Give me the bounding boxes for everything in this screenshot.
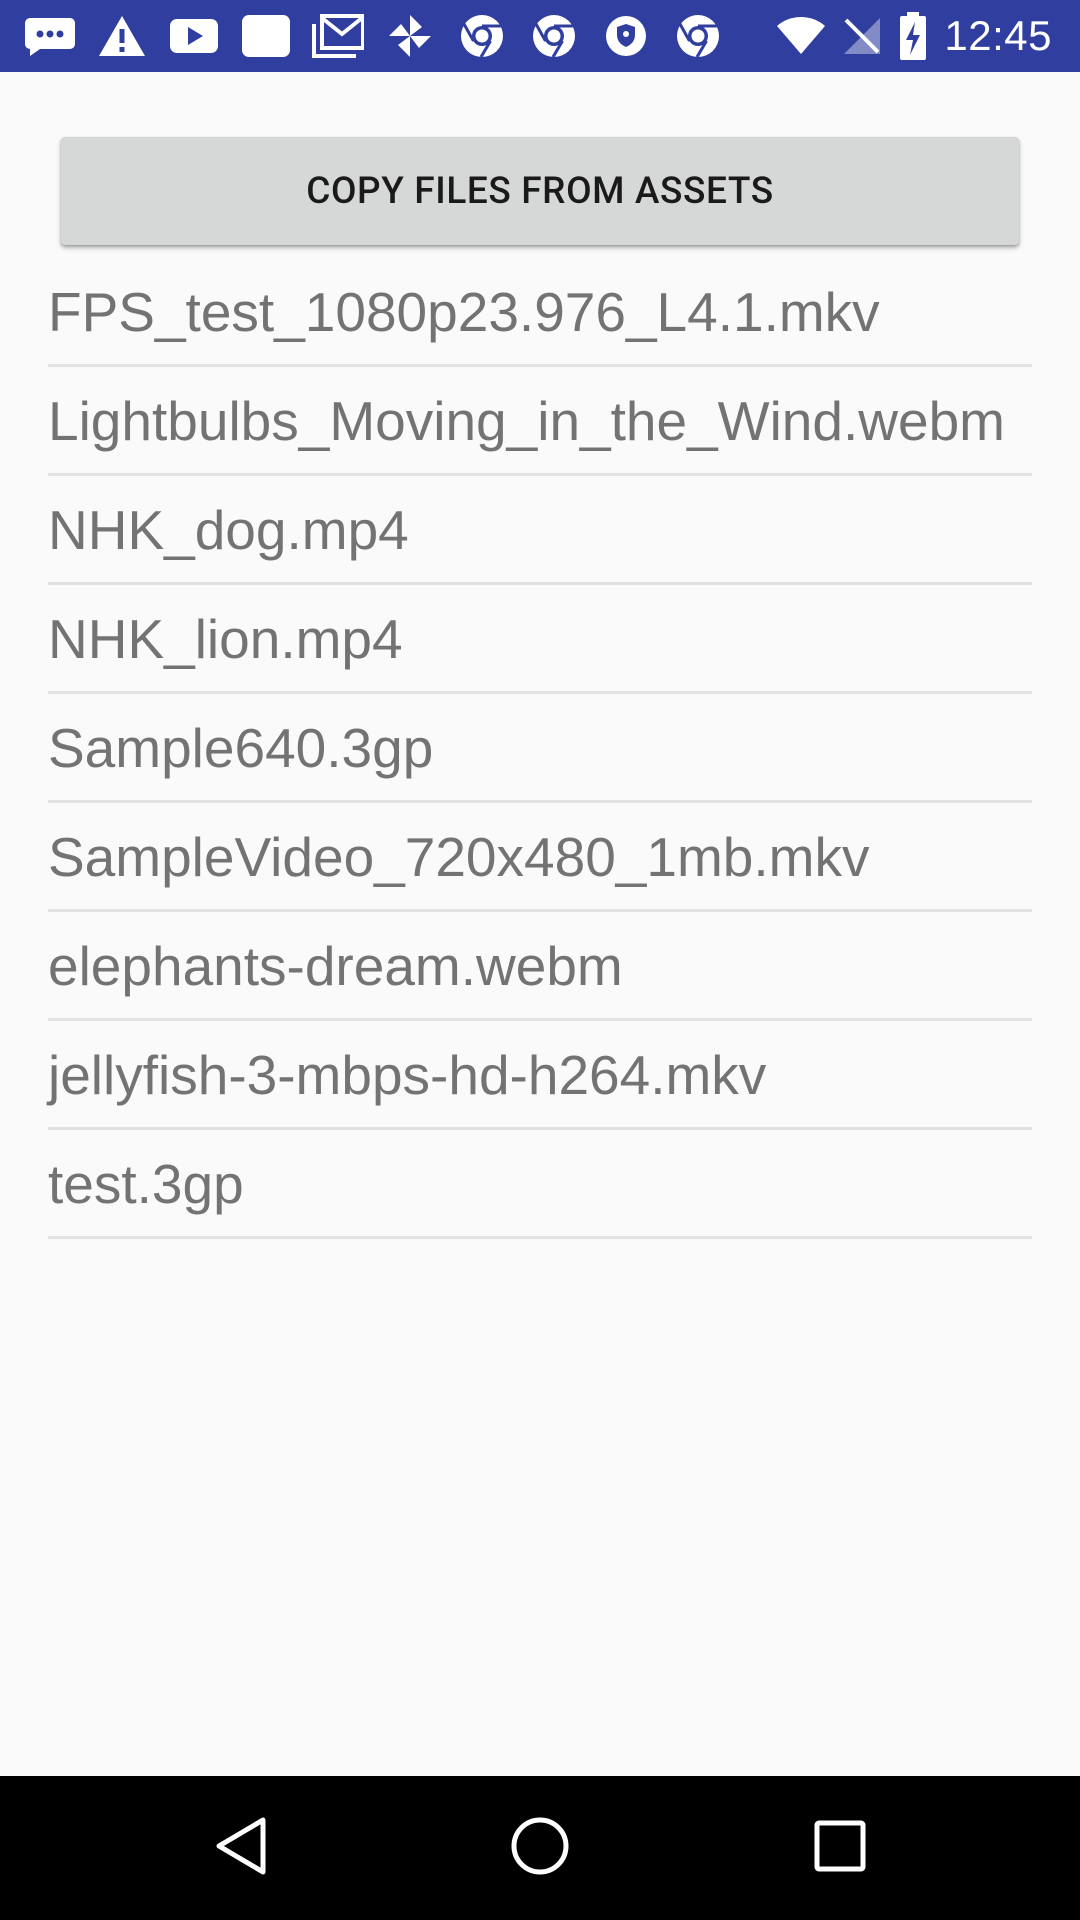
youtube-icon [166, 0, 222, 72]
pinwheel-icon [382, 0, 438, 72]
shield-icon [598, 0, 654, 72]
blank-app-icon [238, 0, 294, 72]
notification-icons [22, 0, 742, 72]
messages-icon [22, 0, 78, 72]
list-item[interactable]: Sample640.3gp [48, 694, 1032, 803]
warning-icon [94, 0, 150, 72]
home-button[interactable] [470, 1776, 610, 1920]
list-item[interactable]: test.3gp [48, 1130, 1032, 1239]
chrome-icon [526, 0, 582, 72]
file-list: FPS_test_1080p23.976_L4.1.mkv Lightbulbs… [48, 258, 1032, 1239]
home-icon [510, 1816, 570, 1881]
back-icon [213, 1816, 269, 1881]
status-clock: 12:45 [944, 12, 1052, 59]
chrome-icon [454, 0, 510, 72]
battery-charging-icon [898, 0, 928, 72]
list-item[interactable]: NHK_lion.mp4 [48, 585, 1032, 694]
back-button[interactable] [171, 1776, 311, 1920]
list-item[interactable]: Lightbulbs_Moving_in_the_Wind.webm [48, 367, 1032, 476]
recents-icon [813, 1819, 867, 1878]
list-item[interactable]: FPS_test_1080p23.976_L4.1.mkv [48, 258, 1032, 367]
status-bar: 12:45 [0, 0, 1080, 72]
wifi-icon [776, 0, 826, 72]
system-icons: 12:45 [760, 0, 1052, 72]
chrome-icon [670, 0, 726, 72]
list-item[interactable]: SampleVideo_720x480_1mb.mkv [48, 803, 1032, 912]
list-item[interactable]: NHK_dog.mp4 [48, 476, 1032, 585]
no-signal-icon [842, 0, 882, 72]
navigation-bar [0, 1776, 1080, 1920]
gmail-icon [310, 0, 366, 72]
list-item[interactable]: jellyfish-3-mbps-hd-h264.mkv [48, 1021, 1032, 1130]
list-item[interactable]: elephants-dream.webm [48, 912, 1032, 1021]
copy-files-button[interactable]: COPY FILES FROM ASSETS [61, 137, 1019, 245]
recents-button[interactable] [770, 1776, 910, 1920]
